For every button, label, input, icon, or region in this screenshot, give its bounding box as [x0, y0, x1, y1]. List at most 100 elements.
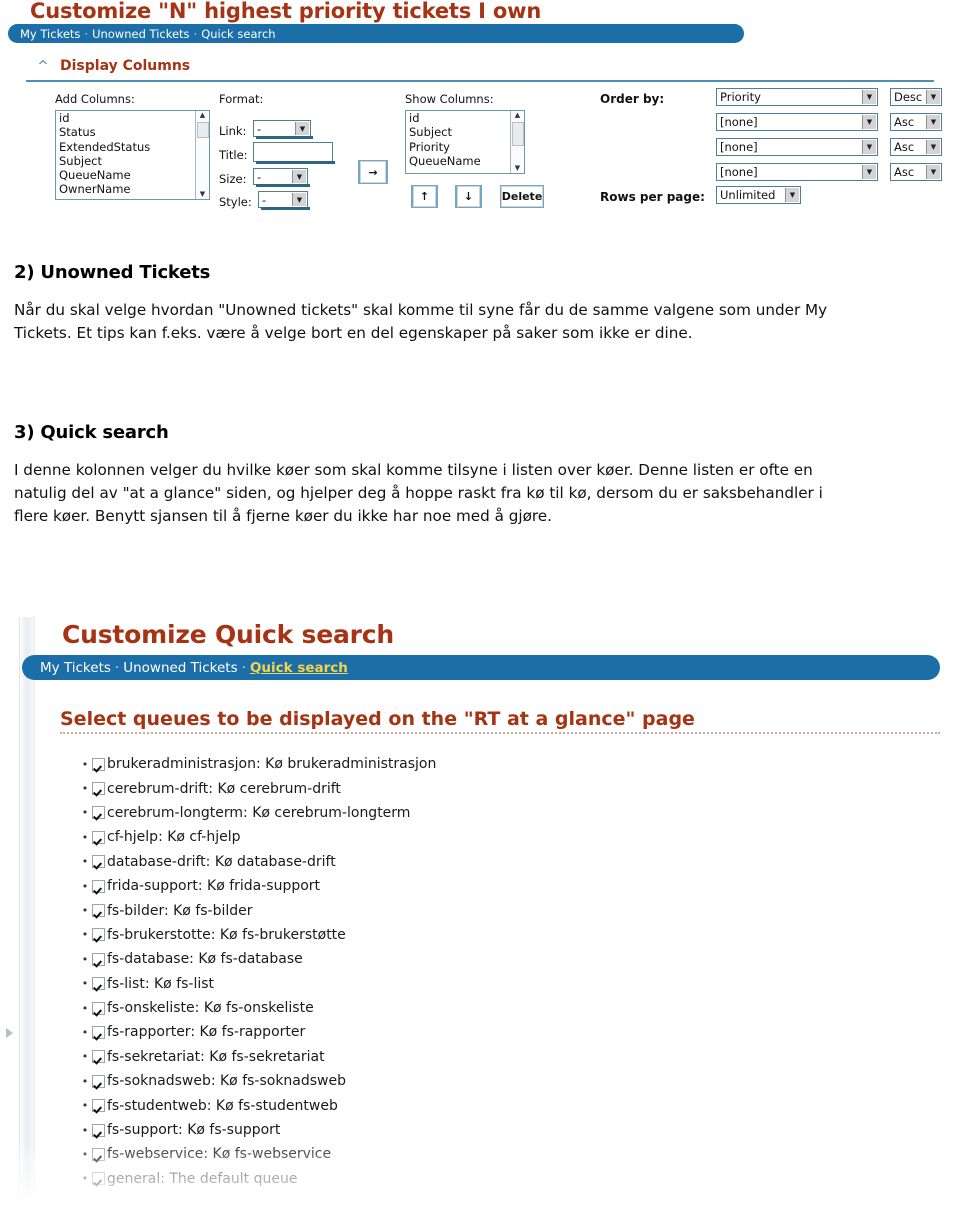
list-item[interactable]: • fs-soknadsweb: Kø fs-soknadsweb	[78, 1069, 436, 1093]
add-column-button[interactable]: →	[358, 160, 388, 184]
list-item[interactable]: • fs-sekretariat: Kø fs-sekretariat	[78, 1045, 436, 1069]
order-by-direction-select-2[interactable]: Asc ▼	[890, 113, 942, 131]
add-columns-scrollbar[interactable]: ▲ ▼	[195, 111, 209, 199]
list-item[interactable]: • database-drift: Kø database-drift	[78, 850, 436, 874]
list-item[interactable]: Priority	[406, 140, 524, 154]
move-up-button[interactable]: ↑	[411, 185, 438, 208]
queue-checkbox[interactable]	[92, 1147, 105, 1161]
list-item[interactable]: • frida-support: Kø frida-support	[78, 874, 436, 898]
order-by-direction-select-4[interactable]: Asc ▼	[890, 163, 942, 181]
list-item[interactable]: id	[406, 111, 524, 125]
breadcrumb-item-quick-search[interactable]: Quick search	[250, 660, 348, 676]
scrollbar-thumb[interactable]	[197, 122, 209, 138]
chevron-down-icon[interactable]: ▼	[295, 122, 309, 135]
queue-checkbox[interactable]	[92, 782, 105, 796]
breadcrumb-item-quick-search[interactable]: Quick search	[201, 27, 275, 41]
show-columns-listbox[interactable]: id Subject Priority QueueName ▲ ▼	[405, 110, 525, 174]
chevron-down-icon[interactable]: ▼	[926, 90, 940, 104]
list-item[interactable]: • fs-rapporter: Kø fs-rapporter	[78, 1020, 436, 1044]
scroll-down-icon[interactable]: ▼	[515, 164, 520, 173]
queue-checkbox[interactable]	[92, 1001, 105, 1015]
list-item[interactable]: • cf-hjelp: Kø cf-hjelp	[78, 825, 436, 849]
size-select[interactable]: - ▼	[253, 168, 310, 187]
breadcrumb-item-my-tickets[interactable]: My Tickets	[20, 27, 80, 41]
list-item[interactable]: OwnerName	[56, 182, 209, 196]
queue-checkbox[interactable]	[92, 928, 105, 942]
delete-button[interactable]: Delete	[500, 185, 544, 208]
list-item[interactable]: Subject	[406, 125, 524, 139]
queue-checkbox[interactable]	[92, 904, 105, 918]
breadcrumb-item-unowned-tickets[interactable]: Unowned Tickets	[92, 27, 189, 41]
chevron-down-icon[interactable]: ▼	[926, 140, 940, 154]
list-item[interactable]: • cerebrum-longterm: Kø cerebrum-longterm	[78, 801, 436, 825]
queue-checkbox[interactable]	[92, 855, 105, 869]
list-item[interactable]: • general: The default queue	[78, 1167, 436, 1191]
list-item[interactable]: Status	[56, 125, 209, 139]
list-item[interactable]: • fs-webservice: Kø fs-webservice	[78, 1142, 436, 1166]
queue-checkbox[interactable]	[92, 1025, 105, 1039]
queue-checkbox[interactable]	[92, 952, 105, 966]
style-select[interactable]: - ▼	[258, 191, 310, 210]
list-item[interactable]: • fs-support: Kø fs-support	[78, 1118, 436, 1142]
scroll-down-icon[interactable]: ▼	[200, 190, 205, 199]
order-by-field-select-4[interactable]: [none] ▼	[716, 163, 878, 181]
queue-checkbox[interactable]	[92, 830, 105, 844]
breadcrumb-item-my-tickets[interactable]: My Tickets	[40, 660, 111, 676]
order-by-field-select-3[interactable]: [none] ▼	[716, 138, 878, 156]
add-columns-listbox[interactable]: id Status ExtendedStatus Subject QueueNa…	[55, 110, 210, 200]
list-item[interactable]: Subject	[56, 154, 209, 168]
link-label: Link:	[219, 124, 247, 138]
queue-checkbox[interactable]	[92, 1123, 105, 1137]
list-item[interactable]: id	[56, 111, 209, 125]
chevron-down-icon[interactable]: ▼	[785, 188, 799, 202]
list-item[interactable]: • fs-bilder: Kø fs-bilder	[78, 898, 436, 922]
scrollbar-thumb[interactable]	[512, 122, 524, 146]
list-item[interactable]: • cerebrum-drift: Kø cerebrum-drift	[78, 776, 436, 800]
chevron-down-icon[interactable]: ▼	[926, 115, 940, 129]
queue-checkbox[interactable]	[92, 1050, 105, 1064]
chevron-down-icon[interactable]: ▼	[862, 140, 876, 154]
queue-checkbox[interactable]	[92, 879, 105, 893]
breadcrumb-item-unowned-tickets[interactable]: Unowned Tickets	[123, 660, 237, 676]
bullet-icon: •	[81, 904, 89, 918]
queue-checkbox[interactable]	[92, 1074, 105, 1088]
list-item[interactable]: QueueName	[56, 168, 209, 182]
list-item[interactable]: • fs-database: Kø fs-database	[78, 947, 436, 971]
queue-checkbox[interactable]	[92, 1172, 105, 1186]
scroll-up-icon[interactable]: ▲	[515, 111, 520, 120]
order-by-direction-select-3[interactable]: Asc ▼	[890, 138, 942, 156]
title-input[interactable]	[253, 142, 335, 164]
order-by-field-select-2[interactable]: [none] ▼	[716, 113, 878, 131]
queue-label: cf-hjelp: Kø cf-hjelp	[107, 829, 241, 846]
chevron-up-icon[interactable]: ^	[26, 59, 60, 74]
order-by-field-select-1[interactable]: Priority ▼	[716, 88, 878, 106]
bullet-icon: •	[81, 952, 89, 966]
rows-per-page-select[interactable]: Unlimited ▼	[716, 186, 801, 204]
list-item[interactable]: ExtendedStatus	[56, 140, 209, 154]
list-item[interactable]: • fs-list: Kø fs-list	[78, 972, 436, 996]
chevron-down-icon[interactable]: ▼	[862, 165, 876, 179]
queue-checkbox[interactable]	[92, 806, 105, 820]
list-item[interactable]: • fs-brukerstotte: Kø fs-brukerstøtte	[78, 923, 436, 947]
list-item[interactable]: • fs-studentweb: Kø fs-studentweb	[78, 1093, 436, 1117]
breadcrumb-separator: ·	[84, 26, 89, 41]
queue-checkbox[interactable]	[92, 757, 105, 771]
list-item[interactable]: QueueName	[406, 154, 524, 168]
queue-label: fs-webservice: Kø fs-webservice	[107, 1146, 332, 1163]
chevron-down-icon[interactable]: ▼	[292, 170, 306, 183]
scroll-up-icon[interactable]: ▲	[200, 111, 205, 120]
move-down-button[interactable]: ↓	[455, 185, 482, 208]
queue-label: fs-support: Kø fs-support	[107, 1122, 281, 1139]
chevron-down-icon[interactable]: ▼	[862, 90, 876, 104]
chevron-down-icon[interactable]: ▼	[862, 115, 876, 129]
queue-checkbox[interactable]	[92, 977, 105, 991]
chevron-down-icon[interactable]: ▼	[292, 193, 306, 206]
list-item[interactable]: • fs-onskeliste: Kø fs-onskeliste	[78, 996, 436, 1020]
show-columns-scrollbar[interactable]: ▲ ▼	[510, 111, 524, 173]
display-columns-section-header[interactable]: ^ Display Columns	[26, 52, 934, 82]
queue-checkbox[interactable]	[92, 1099, 105, 1113]
link-select[interactable]: - ▼	[253, 120, 313, 139]
order-by-direction-select-1[interactable]: Desc ▼	[890, 88, 942, 106]
chevron-down-icon[interactable]: ▼	[926, 165, 940, 179]
list-item[interactable]: • brukeradministrasjon: Kø brukeradminist…	[78, 752, 437, 776]
